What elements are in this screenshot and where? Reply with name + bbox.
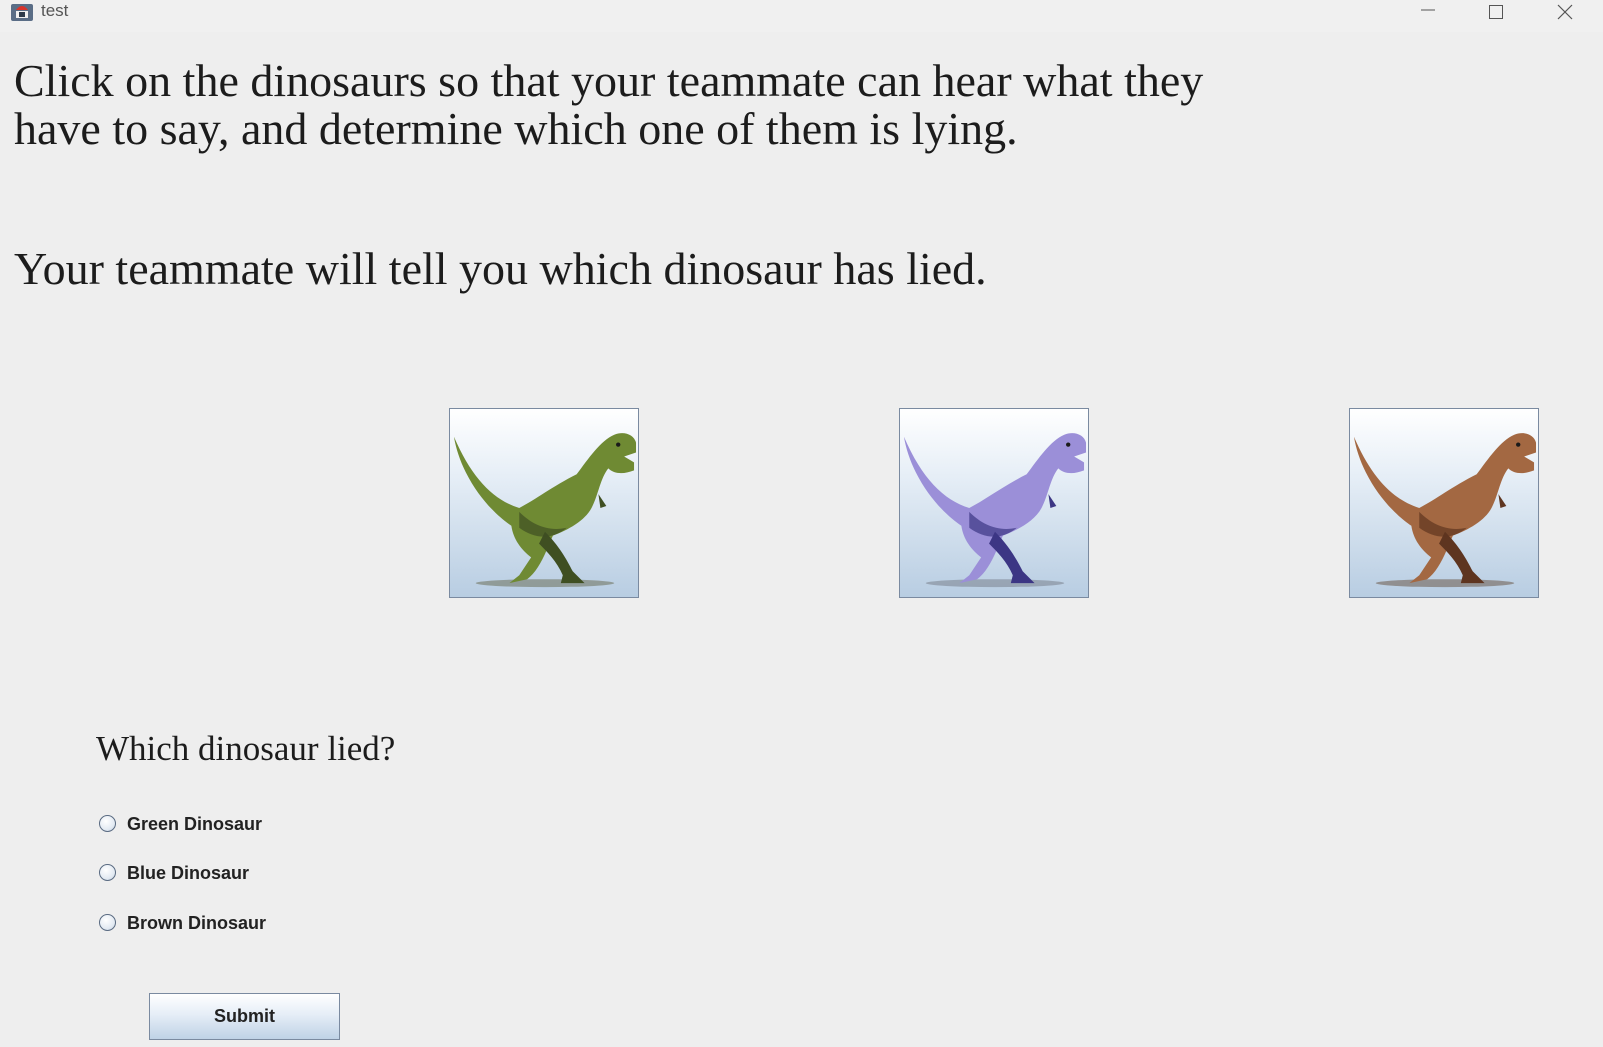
green-dinosaur-icon [453, 433, 637, 588]
main-panel: Click on the dinosaurs so that your team… [0, 32, 1603, 1047]
radio-label[interactable]: Brown Dinosaur [127, 913, 266, 934]
minimize-button[interactable] [1405, 0, 1451, 30]
brown-dinosaur-icon [1353, 433, 1537, 588]
blue-dinosaur-icon [903, 433, 1087, 588]
submit-button[interactable]: Submit [149, 993, 340, 1040]
question-label: Which dinosaur lied? [96, 729, 396, 768]
close-button[interactable] [1542, 0, 1588, 30]
teammate-note: Your teammate will tell you which dinosa… [14, 243, 987, 294]
close-icon [1557, 4, 1573, 20]
radio-button[interactable] [99, 815, 116, 832]
window-title: test [41, 1, 69, 20]
radio-button[interactable] [99, 914, 116, 931]
minimize-icon [1421, 9, 1435, 11]
green-dinosaur-button[interactable] [449, 408, 639, 598]
java-app-icon [11, 4, 33, 21]
maximize-button[interactable] [1473, 0, 1519, 30]
instructions-text: Click on the dinosaurs so that your team… [14, 55, 1204, 154]
blue-dinosaur-button[interactable] [899, 408, 1089, 598]
maximize-icon [1489, 5, 1503, 19]
radio-button[interactable] [99, 864, 116, 881]
radio-label[interactable]: Blue Dinosaur [127, 863, 249, 884]
radio-label[interactable]: Green Dinosaur [127, 814, 262, 835]
title-bar: test [0, 0, 1603, 32]
brown-dinosaur-button[interactable] [1349, 408, 1539, 598]
